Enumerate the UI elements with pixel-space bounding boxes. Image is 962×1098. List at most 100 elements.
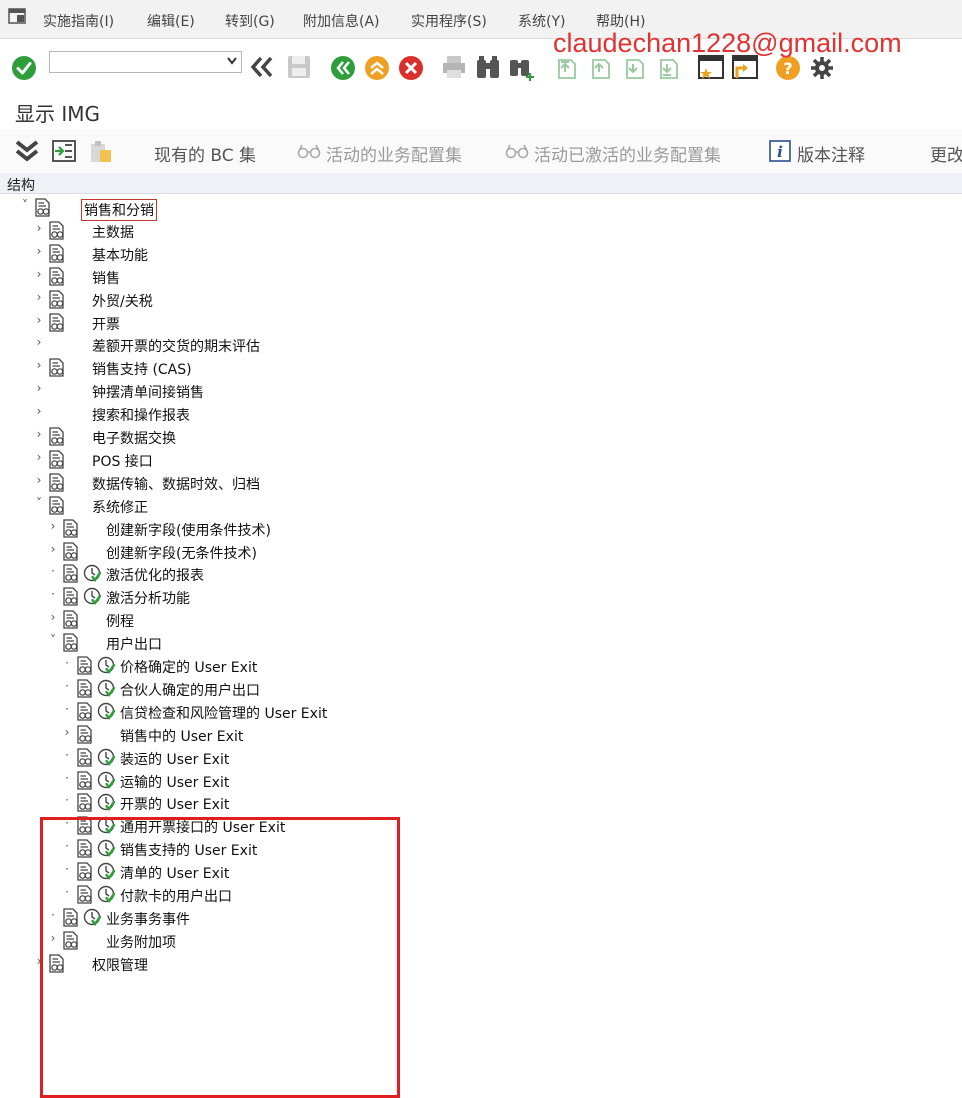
tree-node-label[interactable]: 例程 xyxy=(106,611,134,631)
tree-node-label[interactable]: 付款卡的用户出口 xyxy=(120,886,232,906)
documentation-icon[interactable] xyxy=(48,358,65,377)
tree-node[interactable]: › 销售 xyxy=(0,265,900,288)
tree-node[interactable]: · 合伙人确定的用户出口 xyxy=(0,677,900,700)
tree-node-label[interactable]: 业务附加项 xyxy=(106,932,176,952)
tree-node[interactable]: · 付款卡的用户出口 xyxy=(0,883,900,906)
tree-node[interactable]: · 价格确定的 User Exit xyxy=(0,654,900,677)
menu-implementation-guide[interactable]: 实施指南(I) xyxy=(43,11,114,31)
menu-goto[interactable]: 转到(G) xyxy=(225,11,275,31)
documentation-icon[interactable] xyxy=(34,198,51,217)
tree-node[interactable]: · 开票的 User Exit xyxy=(0,791,900,814)
tree-node[interactable]: › 例程 xyxy=(0,608,900,631)
tree-node-label[interactable]: 合伙人确定的用户出口 xyxy=(120,680,260,700)
cancel-icon[interactable] xyxy=(398,55,424,81)
tree-node[interactable]: › 创建新字段(无条件技术) xyxy=(0,540,900,563)
print-icon[interactable] xyxy=(441,55,467,79)
documentation-icon[interactable] xyxy=(76,747,93,767)
tree-node-label[interactable]: 运输的 User Exit xyxy=(120,772,229,792)
menu-icon[interactable] xyxy=(8,8,26,24)
exit-icon[interactable] xyxy=(364,55,390,81)
execute-activity-icon[interactable] xyxy=(83,564,102,583)
documentation-icon[interactable] xyxy=(48,473,65,492)
tree-node-label[interactable]: 开票的 User Exit xyxy=(120,794,229,814)
menu-edit[interactable]: 编辑(E) xyxy=(147,11,195,31)
expand-toggle-icon[interactable]: › xyxy=(48,519,58,533)
documentation-icon[interactable] xyxy=(76,793,93,813)
tree-node-label[interactable]: 主数据 xyxy=(92,222,134,242)
tree-node-label[interactable]: 销售和分销 xyxy=(81,199,157,221)
tree-node[interactable]: › 钟摆清单间接销售 xyxy=(0,379,900,402)
find-next-icon[interactable] xyxy=(508,54,536,82)
tree-node-label[interactable]: 开票 xyxy=(92,314,120,334)
execute-activity-icon[interactable] xyxy=(97,702,116,721)
expand-toggle-icon[interactable]: › xyxy=(34,290,44,304)
expand-toggle-icon[interactable]: › xyxy=(34,954,44,968)
documentation-icon[interactable] xyxy=(76,885,93,904)
tree-node[interactable]: ˅ 系统修正 xyxy=(0,494,900,517)
execute-activity-icon[interactable] xyxy=(97,862,116,881)
changes-button[interactable]: 更改 xyxy=(930,141,962,166)
documentation-icon[interactable] xyxy=(48,267,65,286)
tree-node-label[interactable]: 用户出口 xyxy=(106,634,162,654)
command-field[interactable] xyxy=(49,51,242,73)
menu-utilities[interactable]: 实用程序(S) xyxy=(411,11,487,31)
tree-node[interactable]: › POS 接口 xyxy=(0,448,900,471)
documentation-icon[interactable] xyxy=(76,656,93,675)
expand-toggle-icon[interactable]: › xyxy=(48,542,58,556)
tree-node[interactable]: · 运输的 User Exit xyxy=(0,769,900,792)
back-icon[interactable] xyxy=(330,55,356,81)
tree-node[interactable]: › 差额开票的交货的期末评估 xyxy=(0,333,900,356)
tree-node-label[interactable]: 清单的 User Exit xyxy=(120,863,229,883)
execute-activity-icon[interactable] xyxy=(83,587,102,606)
gear-icon[interactable] xyxy=(810,56,834,80)
tree-node[interactable]: · 业务事务事件 xyxy=(0,906,900,929)
tree-node[interactable]: › 主数据 xyxy=(0,219,900,242)
clipboard-icon[interactable] xyxy=(88,138,114,164)
documentation-icon[interactable] xyxy=(76,679,93,698)
tree-node[interactable]: › 开票 xyxy=(0,311,900,334)
tree-node-label[interactable]: 创建新字段(无条件技术) xyxy=(106,543,257,563)
tree-navigate-icon[interactable] xyxy=(51,139,77,163)
expand-toggle-icon[interactable]: › xyxy=(34,358,44,372)
release-notes-button[interactable]: 版本注释 xyxy=(797,141,865,166)
tree-node-label[interactable]: 电子数据交换 xyxy=(92,428,176,448)
documentation-icon[interactable] xyxy=(62,908,79,927)
expand-toggle-icon[interactable]: › xyxy=(34,335,44,349)
expand-toggle-icon[interactable]: › xyxy=(34,450,44,464)
expand-toggle-icon[interactable]: › xyxy=(34,427,44,441)
execute-activity-icon[interactable] xyxy=(97,885,116,904)
save-icon[interactable] xyxy=(286,54,312,80)
expand-toggle-icon[interactable]: › xyxy=(34,404,44,418)
documentation-icon[interactable] xyxy=(48,312,65,332)
documentation-icon[interactable] xyxy=(48,244,65,263)
documentation-icon[interactable] xyxy=(76,725,93,744)
tree-node-label[interactable]: 业务事务事件 xyxy=(106,909,190,929)
tree-node[interactable]: · 装运的 User Exit xyxy=(0,746,900,769)
documentation-icon[interactable] xyxy=(62,931,79,950)
tree-node[interactable]: › 数据传输、数据时效、归档 xyxy=(0,471,900,494)
find-icon[interactable] xyxy=(475,54,501,80)
documentation-icon[interactable] xyxy=(62,587,79,606)
tree-node[interactable]: › 销售支持 (CAS) xyxy=(0,356,900,379)
activated-bc-sets-button[interactable]: 活动已激活的业务配置集 xyxy=(534,141,721,166)
chevron-down-icon[interactable] xyxy=(227,57,237,65)
expand-toggle-icon[interactable]: › xyxy=(34,244,44,258)
expand-toggle-icon[interactable]: › xyxy=(34,473,44,487)
documentation-icon[interactable] xyxy=(48,427,65,446)
tree-node[interactable]: › 外贸/关税 xyxy=(0,288,900,311)
tree-node[interactable]: · 激活分析功能 xyxy=(0,585,900,608)
tree-node[interactable]: › 电子数据交换 xyxy=(0,425,900,448)
expand-toggle-icon[interactable]: › xyxy=(34,381,44,395)
active-bc-sets-button[interactable]: 活动的业务配置集 xyxy=(326,141,462,166)
tree-node-label[interactable]: 销售中的 User Exit xyxy=(120,726,243,746)
documentation-icon[interactable] xyxy=(48,289,65,309)
tree-node-label[interactable]: 搜索和操作报表 xyxy=(92,405,190,425)
tree-node-label[interactable]: 基本功能 xyxy=(92,245,148,265)
execute-activity-icon[interactable] xyxy=(83,908,102,927)
tree-node-label[interactable]: 钟摆清单间接销售 xyxy=(92,382,204,402)
collapse-toggle-icon[interactable]: ˅ xyxy=(20,198,30,212)
tree-node-label[interactable]: 销售 xyxy=(92,268,120,288)
documentation-icon[interactable] xyxy=(62,633,79,652)
tree-node-label[interactable]: 数据传输、数据时效、归档 xyxy=(92,474,260,494)
expand-toggle-icon[interactable]: › xyxy=(34,313,44,327)
